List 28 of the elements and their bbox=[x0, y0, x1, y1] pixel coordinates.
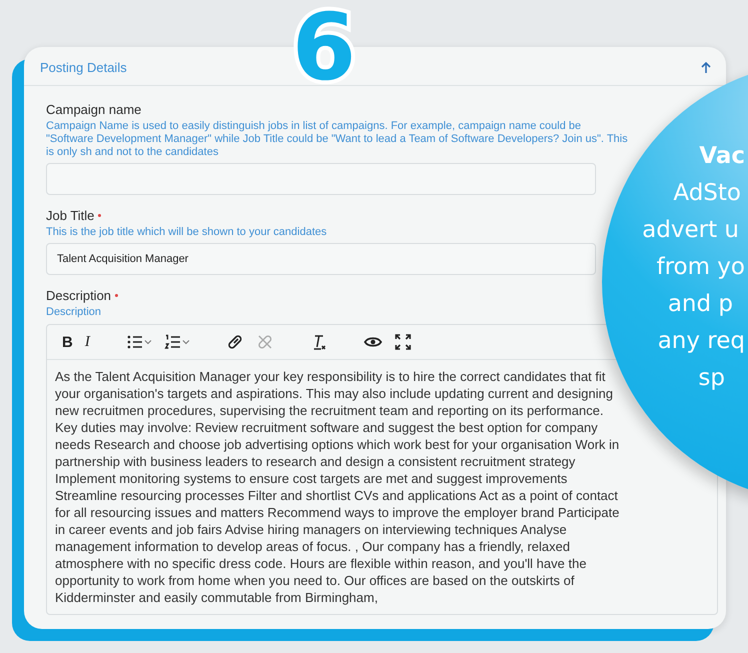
field-label: Description bbox=[46, 288, 112, 303]
help-text: Description bbox=[46, 306, 102, 319]
section-title: Posting Details bbox=[40, 60, 127, 75]
promo-text: from yo bbox=[656, 253, 745, 282]
bold-button[interactable]: B bbox=[59, 333, 76, 351]
promo-text: and p bbox=[668, 290, 733, 319]
fullscreen-icon bbox=[394, 333, 412, 351]
step-number: 6 bbox=[292, 2, 356, 94]
link-icon bbox=[226, 333, 244, 351]
list-icon bbox=[126, 333, 144, 351]
help-text: This is the job title which will be shown to your candidates bbox=[46, 226, 328, 239]
description-text: As the Talent Acquisition Manager your key responsibility is to hire the correct candidates that fit your organisation's targets and aspirations. This may also include updating current and designing new recruitmen procedures, supervising the recruitment team and reporting on its performance. Key duties may involve: Review recruitment software and suggest the best option for company needs Research and choose job advertising options which work best for your organisation Work in partnership with business leaders to research and design a consistent recruitment strategy Implement monitoring systems to ensure cost targets are met and suggest improvements Streamline resourcing processes Filter and shortlist CVs and applications Act as a point of contact for all resourcing issues and matters Recommend ways to improve the employer brand Participate in career events and job fairs Advise hiring managers on interviewing techniques Analyse management information to develop areas of focus. , Our company has a friendly, relaxed atmosphere with no specific dress code. Hours are flexible within reason, and you'll have the opportunity to work from home when you need to. Our offices are based on the outskirts of Kidderminster and easily commutable from Birmingham, bbox=[54, 368, 620, 607]
caret-icon bbox=[182, 338, 190, 346]
promo-text: advert u bbox=[642, 216, 739, 245]
field-label: Campaign name bbox=[46, 102, 142, 117]
promo-text: sp bbox=[698, 364, 725, 393]
promo-text: any req bbox=[658, 327, 745, 356]
promo-text: AdSto bbox=[673, 179, 741, 208]
promo-heading: Vac bbox=[699, 142, 745, 171]
italic-button[interactable]: I bbox=[82, 333, 93, 351]
text-field[interactable]: Talent Acquisition Manager bbox=[46, 243, 596, 275]
numbered-list-icon bbox=[164, 333, 182, 351]
field-label: Job Title bbox=[46, 208, 94, 223]
help-text: Campaign Name is used to easily distinguish jobs in list of campaigns. For example, campaign name could be "Software Development Manager" while Job Title could be "Want to lead a Team of Software Developers? Join us". This is only sh and not to the candidates bbox=[46, 120, 629, 159]
unlink-icon bbox=[256, 333, 274, 351]
text-field[interactable] bbox=[46, 163, 596, 195]
caret-icon bbox=[144, 338, 152, 346]
collapse-icon[interactable] bbox=[700, 62, 712, 74]
